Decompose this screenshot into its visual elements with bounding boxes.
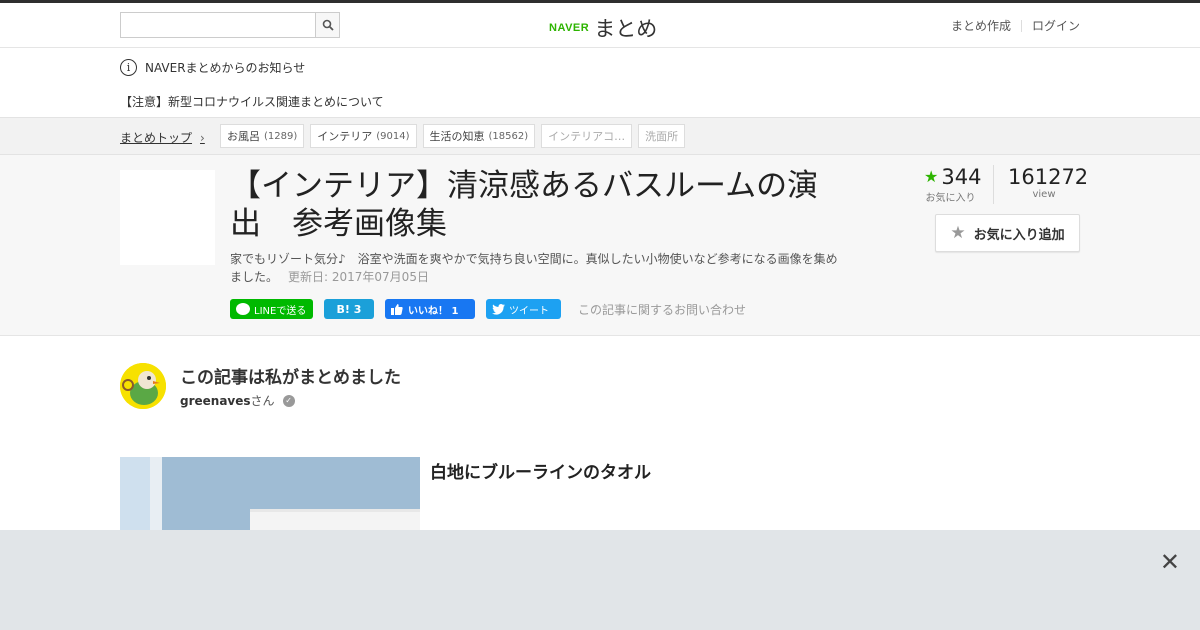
tag-label: インテリア [317, 130, 373, 143]
view-stat: 161272 view [994, 165, 1089, 204]
tag-life-tips[interactable]: 生活の知恵 (18562) [422, 124, 536, 148]
facebook-like-button[interactable]: いいね！ 1 [385, 299, 475, 319]
avatar[interactable] [120, 363, 166, 409]
search-button[interactable] [315, 12, 340, 38]
tweet-label: ツイート [509, 305, 549, 317]
article-description: 家でもリゾート気分♪ 浴室や洗面を爽やかで気持ち良い空間に。真似したい小物使いな… [230, 250, 840, 286]
breadcrumb: まとめトップ › お風呂 (1289) インテリア (9014) 生活の知恵 (185… [0, 118, 1200, 155]
star-icon: ★ [924, 167, 939, 186]
header-nav: まとめ作成 ログイン [951, 17, 1080, 34]
login-link[interactable]: ログイン [1032, 17, 1080, 34]
favorite-count: 344 [941, 165, 982, 189]
tag-label: 洗面所 [645, 130, 679, 143]
image-post [150, 457, 162, 537]
author-suffix: さん [250, 394, 275, 408]
logo-naver: NAVER [549, 22, 590, 34]
notice-area: i NAVERまとめからのお知らせ 【注意】新型コロナウイルス関連まとめについて [0, 48, 1200, 118]
twitter-bird-icon [492, 303, 505, 315]
author-heading: この記事は私がまとめました [180, 368, 401, 388]
search-icon [322, 19, 334, 31]
favorite-label: お気に入り [925, 193, 976, 204]
author-user[interactable]: greenaves さん ✓ [180, 392, 295, 409]
tag-bath[interactable]: お風呂 (1289) [220, 124, 305, 148]
add-favorite-label: お気に入り追加 [973, 227, 1065, 243]
view-count: 161272 [1008, 165, 1089, 189]
verified-check-icon: ✓ [282, 394, 295, 407]
article-title: 【インテリア】清涼感あるバスルームの演出 参考画像集 [230, 168, 819, 242]
tag-interior[interactable]: インテリア (9014) [310, 124, 417, 148]
info-icon: i [120, 59, 137, 76]
author-section: この記事は私がまとめました greenaves さん ✓ [120, 363, 720, 413]
tag-label: 生活の知恵 [429, 130, 485, 143]
contact-link[interactable]: この記事に関するお問い合わせ [578, 301, 746, 318]
notice-title: NAVERまとめからのお知らせ [145, 61, 306, 75]
bird-mascot-icon [120, 363, 166, 409]
view-label: view [1032, 189, 1056, 200]
tag-washroom[interactable]: 洗面所 [638, 124, 686, 148]
nav-divider [1020, 19, 1022, 32]
ad-banner: ✕ [0, 530, 1200, 630]
notice-title-row: i NAVERまとめからのお知らせ [120, 59, 305, 76]
line-share-label: LINEで送る [254, 305, 307, 317]
item-image[interactable] [120, 457, 420, 537]
breadcrumb-top-label: まとめトップ [120, 131, 193, 145]
add-favorite-button[interactable]: ★ お気に入り追加 [935, 214, 1080, 252]
share-buttons: LINEで送る B! 3 いいね！ 1 ツイート この記事に関するお問い合わせ [230, 299, 746, 319]
article-header: 【インテリア】清涼感あるバスルームの演出 参考画像集 家でもリゾート気分♪ 浴室… [0, 155, 1200, 336]
favorite-stat: ★ 344 お気に入り [924, 165, 994, 204]
tag-count: (9014) [376, 130, 410, 142]
close-icon[interactable]: ✕ [1160, 548, 1180, 576]
search-input[interactable] [120, 12, 315, 38]
tag-interior-coordinate[interactable]: インテリアコ… [541, 124, 633, 148]
tag-count: (18562) [488, 130, 529, 142]
create-matome-link[interactable]: まとめ作成 [951, 17, 1011, 34]
tag-list: お風呂 (1289) インテリア (9014) 生活の知恵 (18562) インテリア… [220, 124, 686, 148]
favorite-count-row: ★ 344 [924, 165, 981, 189]
article-stats: ★ 344 お気に入り 161272 view [924, 165, 1089, 204]
chevron-right-icon: › [200, 130, 205, 145]
logo-matome: まとめ [594, 17, 658, 41]
article-thumbnail [120, 170, 215, 265]
tag-label: お風呂 [227, 130, 260, 143]
breadcrumb-top-link[interactable]: まとめトップ › [120, 129, 205, 146]
line-share-button[interactable]: LINEで送る [230, 299, 313, 319]
line-icon [236, 303, 250, 315]
author-name: greenaves [180, 393, 251, 408]
star-outline-icon: ★ [950, 223, 966, 243]
tag-count: (1289) [264, 130, 298, 142]
facebook-like-label: いいね！ 1 [408, 305, 459, 317]
site-header: NAVER まとめ まとめ作成 ログイン [0, 3, 1200, 48]
hatena-bookmark-button[interactable]: B! 3 [324, 299, 374, 319]
tag-label: インテリアコ… [548, 130, 626, 143]
notice-link[interactable]: 【注意】新型コロナウイルス関連まとめについて [120, 93, 384, 110]
twitter-tweet-button[interactable]: ツイート [486, 299, 561, 319]
site-logo[interactable]: NAVER まとめ [549, 13, 657, 43]
item-title: 白地にブルーラインのタオル [430, 463, 651, 483]
hatena-label: B! 3 [336, 302, 362, 316]
updated-date: 更新日: 2017年07月05日 [288, 270, 429, 284]
search-form [120, 12, 340, 38]
thumbs-up-icon [391, 303, 403, 315]
